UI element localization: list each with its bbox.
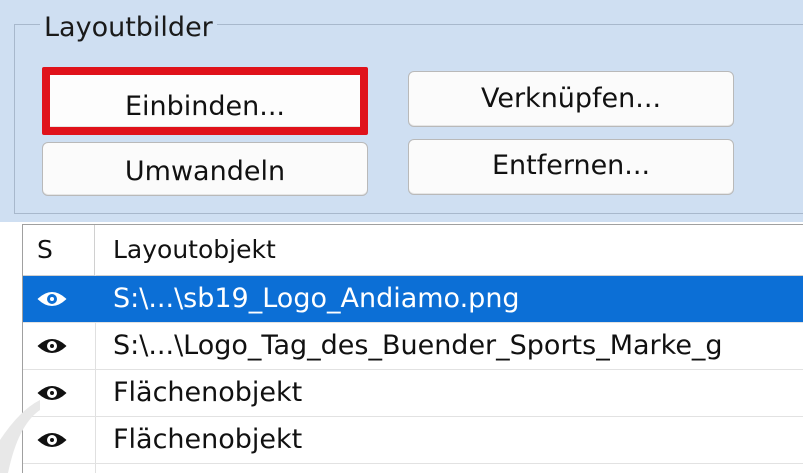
umwandeln-button[interactable]: Umwandeln (42, 142, 368, 196)
list-row[interactable]: S:\...\sb19_Logo_Andiamo.png (23, 276, 803, 323)
list-row[interactable]: Flächenobjekt (23, 370, 803, 417)
entfernen-button[interactable]: Entfernen... (408, 139, 734, 195)
column-header-s[interactable]: S (23, 225, 95, 275)
layoutobjekt-list[interactable]: S Layoutobjekt S:\...\sb19_Logo_Andiamo.… (22, 224, 803, 473)
einbinden-button[interactable]: Einbinden... (42, 67, 368, 135)
row-label: S:\...\sb19_Logo_Andiamo.png (113, 283, 520, 314)
eye-icon[interactable] (37, 381, 67, 405)
eye-icon[interactable] (37, 334, 67, 358)
group-title: Layoutbilder (40, 12, 217, 44)
column-header-layoutobjekt[interactable]: Layoutobjekt (113, 225, 276, 275)
verknuepfen-button[interactable]: Verknüpfen... (408, 71, 734, 127)
list-row[interactable]: Flächenobjekt (23, 417, 803, 464)
decorative-swoosh (0, 400, 40, 473)
row-label: S:\...\Logo_Tag_des_Buender_Sports_Marke… (113, 330, 723, 361)
eye-icon[interactable] (37, 287, 67, 311)
row-label: Flächenobjekt (113, 424, 303, 455)
row-label: Flächenobjekt (113, 377, 303, 408)
list-header: S Layoutobjekt (23, 225, 803, 276)
list-row[interactable]: S:\...\Logo_Tag_des_Buender_Sports_Marke… (23, 323, 803, 370)
eye-icon[interactable] (37, 428, 67, 452)
layoutbilder-panel: Layoutbilder Einbinden... Verknüpfen... … (0, 0, 803, 222)
